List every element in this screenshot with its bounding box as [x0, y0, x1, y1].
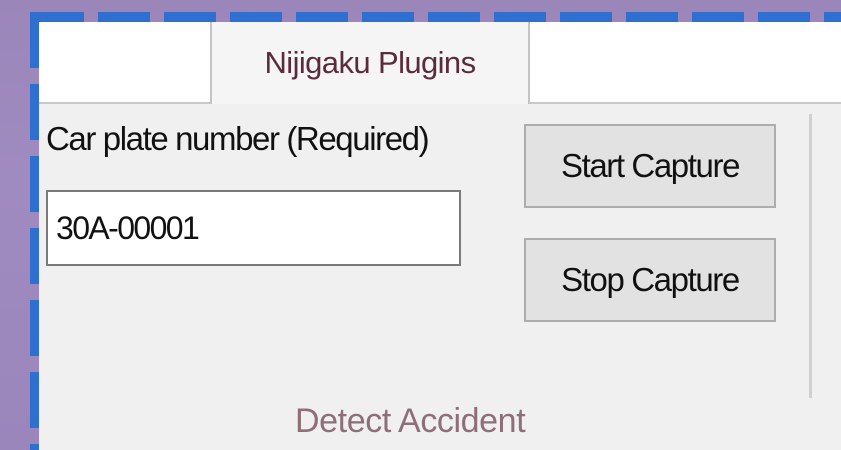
group-separator — [809, 114, 812, 398]
window-dashed-border-left — [30, 12, 39, 450]
group-label: Detect Accident — [295, 402, 526, 440]
window-dashed-border-top — [32, 12, 841, 22]
plate-number-input[interactable]: 30A-00001 — [46, 190, 461, 266]
start-capture-button[interactable]: Start Capture — [524, 124, 776, 208]
ribbon-window: Nijigaku Plugins Car plate number (Requi… — [39, 22, 841, 450]
plate-number-label: Car plate number (Required) — [46, 120, 430, 157]
stop-capture-button[interactable]: Stop Capture — [524, 238, 776, 322]
tab-nijigaku-plugins[interactable]: Nijigaku Plugins — [210, 22, 530, 104]
ribbon-tab-strip: Nijigaku Plugins — [39, 22, 841, 104]
